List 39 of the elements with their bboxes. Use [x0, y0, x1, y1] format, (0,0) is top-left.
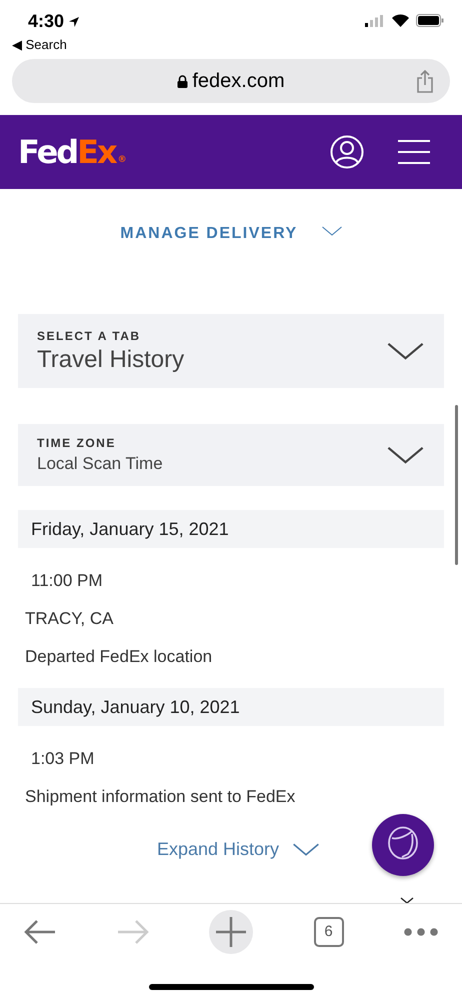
fedex-logo[interactable]: FedEx®	[18, 136, 127, 168]
date-header: Sunday, January 10, 2021	[18, 688, 444, 726]
dropdown-label: TIME ZONE	[37, 435, 117, 452]
collapse-chevron-icon[interactable]	[400, 897, 414, 904]
dropdown-value: Travel History	[37, 345, 184, 375]
chevron-down-icon	[322, 226, 342, 236]
dropdown-value: Local Scan Time	[37, 453, 163, 475]
share-icon[interactable]	[416, 70, 434, 92]
new-tab-button[interactable]	[209, 910, 253, 954]
plus-icon	[216, 917, 246, 947]
chevron-down-icon	[293, 843, 320, 856]
more-icon[interactable]	[404, 928, 438, 936]
manage-delivery-toggle[interactable]: MANAGE DELIVERY	[120, 222, 342, 246]
scan-time: 1:03 PM	[31, 748, 94, 770]
chevron-down-icon	[386, 446, 425, 464]
battery-icon	[416, 14, 444, 27]
scan-location: TRACY, CA	[25, 608, 114, 630]
dropdown-select[interactable]: TIME ZONE Local Scan Time	[18, 424, 444, 486]
lock-icon	[177, 74, 188, 88]
chat-support-button[interactable]	[372, 814, 434, 876]
signal-icon	[365, 14, 385, 26]
expand-history-link[interactable]: Expand History	[156, 836, 320, 863]
dropdown-label: SELECT A TAB	[37, 328, 142, 345]
back-to-search-link[interactable]: ◀ Search	[12, 35, 67, 54]
wifi-icon	[392, 14, 409, 27]
chevron-down-icon	[386, 342, 425, 360]
date-header: Friday, January 15, 2021	[18, 510, 444, 548]
scan-status: Departed FedEx location	[25, 646, 212, 668]
clock-time: 4:30	[28, 10, 64, 33]
back-arrow-icon[interactable]	[24, 919, 56, 945]
dropdown-select[interactable]: SELECT A TAB Travel History	[18, 314, 444, 388]
user-account-icon[interactable]	[330, 135, 364, 169]
tab-count-button[interactable]: 6	[314, 917, 344, 947]
address-bar[interactable]: fedex.com	[12, 59, 450, 103]
scan-time: 11:00 PM	[31, 570, 103, 592]
location-arrow-icon	[68, 16, 80, 28]
scan-status: Shipment information sent to FedEx	[25, 786, 296, 808]
url-text: fedex.com	[192, 69, 285, 94]
menu-icon[interactable]	[398, 139, 430, 165]
